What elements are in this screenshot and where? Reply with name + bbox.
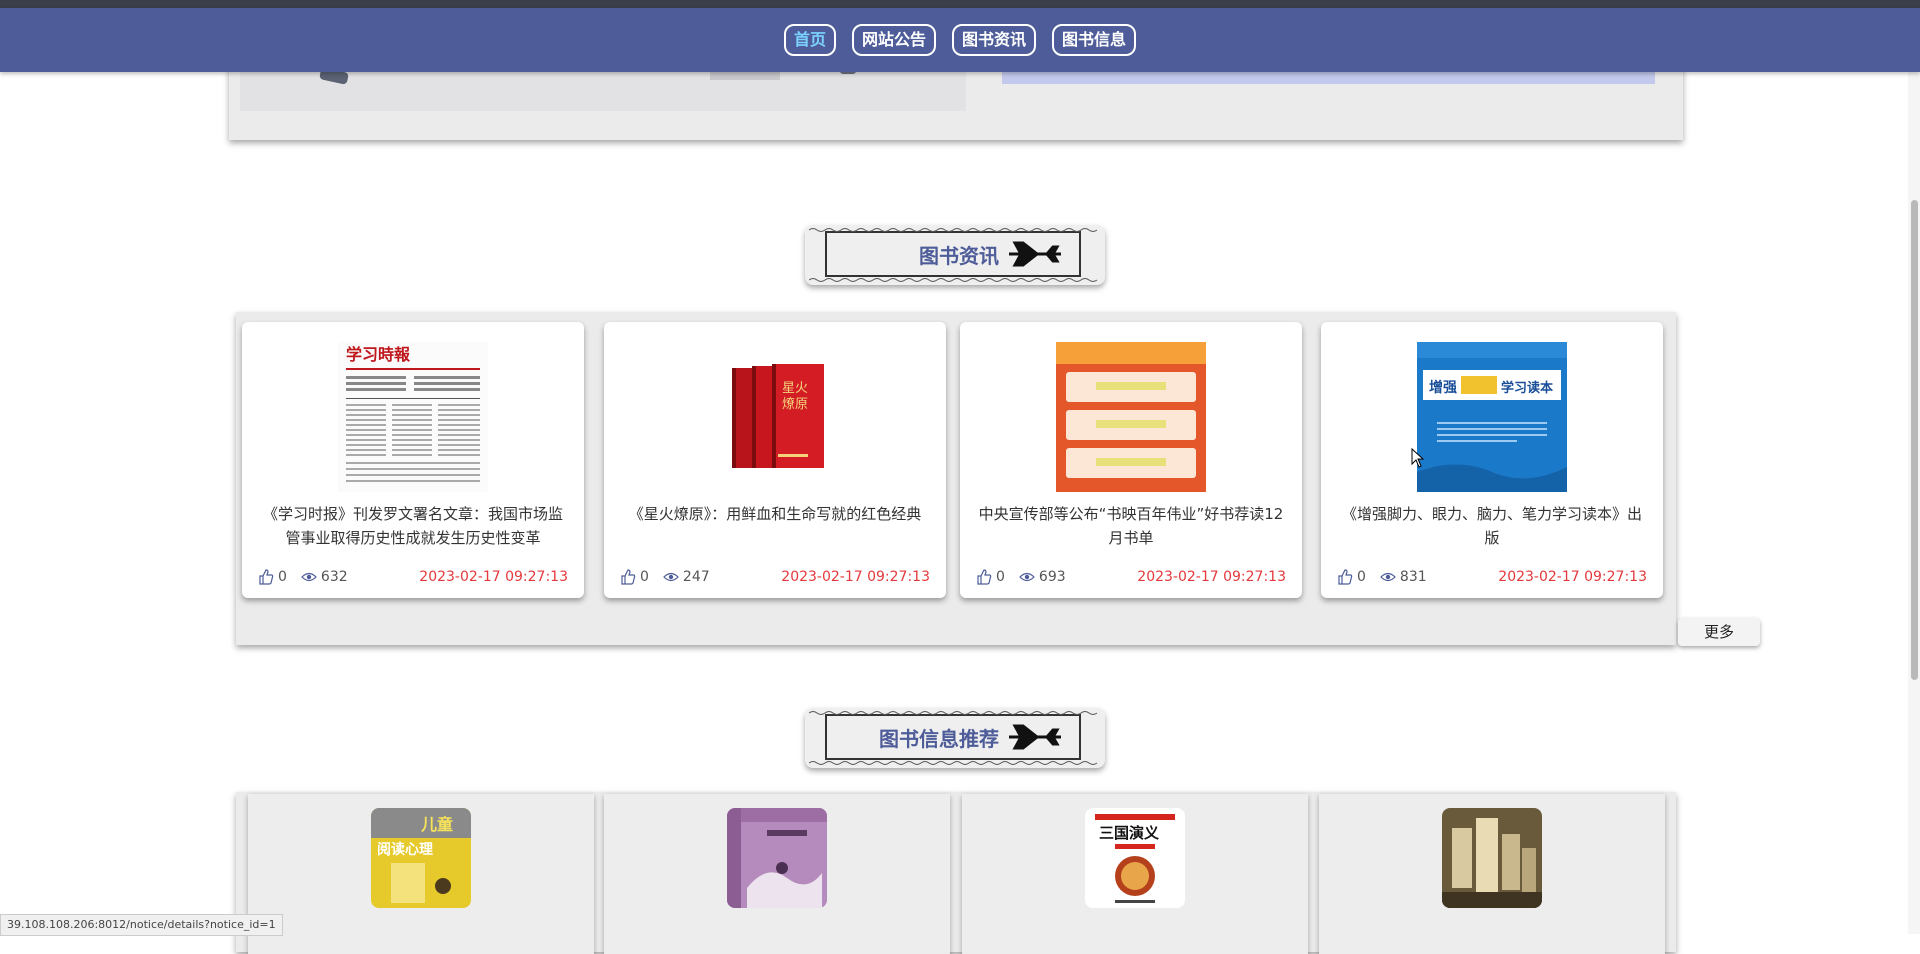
browser-top-strip xyxy=(0,0,1920,8)
section-title-frame: 图书资讯 xyxy=(825,231,1081,277)
book-card[interactable]: 儿童 阅读心理 xyxy=(248,794,594,954)
news-meta: 0 693 2023-02-17 09:27:13 xyxy=(976,566,1286,588)
svg-text:儿童: 儿童 xyxy=(420,815,453,834)
news-card[interactable]: 星火 燎原 《星火燎原》：用鲜血和生命写就的红色经典 0 247 2023-02… xyxy=(604,322,946,598)
section-title-text: 图书资讯 xyxy=(919,243,999,268)
thumbs-up-icon[interactable] xyxy=(620,569,636,585)
news-date: 2023-02-17 09:27:13 xyxy=(419,569,568,585)
book-card[interactable]: 三国演义 xyxy=(962,794,1308,954)
book-cover[interactable] xyxy=(1442,808,1542,908)
like-count: 0 xyxy=(996,569,1005,585)
thumbs-up-icon[interactable] xyxy=(258,569,274,585)
eye-icon xyxy=(1380,572,1396,582)
news-date: 2023-02-17 09:27:13 xyxy=(1137,569,1286,585)
news-meta: 0 831 2023-02-17 09:27:13 xyxy=(1337,566,1647,588)
mouse-cursor-icon xyxy=(1411,448,1425,468)
svg-text:学习時報: 学习時報 xyxy=(346,345,411,364)
nav-notice[interactable]: 网站公告 xyxy=(851,24,936,56)
thumbs-up-icon[interactable] xyxy=(1337,569,1353,585)
like-count: 0 xyxy=(640,569,649,585)
scrollbar-thumb[interactable] xyxy=(1911,200,1918,680)
section-title-text: 图书信息推荐 xyxy=(879,726,999,751)
news-card[interactable]: 学习時報 《学习时报》刊发罗文署名文章：我国市场监管事业取得历史性成就发生历史性… xyxy=(242,322,584,598)
news-meta: 0 247 2023-02-17 09:27:13 xyxy=(620,566,930,588)
news-meta: 0 632 2023-02-17 09:27:13 xyxy=(258,566,568,588)
nav-home[interactable]: 首页 xyxy=(783,24,836,56)
news-title[interactable]: 中央宣传部等公布“书映百年伟业”好书荐读12月书单 xyxy=(974,502,1288,550)
nav-book-info[interactable]: 图书信息 xyxy=(1052,24,1137,56)
top-navbar: 首页 网站公告 图书资讯 图书信息 xyxy=(0,8,1920,72)
wave-decoration xyxy=(809,711,1098,715)
news-thumbnail[interactable]: 增强 学习读本 xyxy=(1417,342,1567,492)
svg-text:阅读心理: 阅读心理 xyxy=(377,841,433,858)
wave-decoration xyxy=(809,278,1098,282)
status-url-bar: 39.108.108.206:8012/notice/details?notic… xyxy=(0,914,283,936)
news-panel: 学习時報 《学习时报》刊发罗文署名文章：我国市场监管事业取得历史性成就发生历史性… xyxy=(236,312,1676,645)
airplane-icon xyxy=(1009,724,1061,750)
news-card[interactable]: 中央宣传部等公布“书映百年伟业”好书荐读12月书单 0 693 2023-02-… xyxy=(960,322,1302,598)
svg-text:燎原: 燎原 xyxy=(782,396,808,412)
news-thumbnail[interactable]: 星火 燎原 xyxy=(700,342,850,492)
more-button[interactable]: 更多 xyxy=(1678,618,1760,646)
news-thumbnail[interactable] xyxy=(1056,342,1206,492)
svg-text:星火: 星火 xyxy=(782,381,808,396)
book-card[interactable] xyxy=(1319,794,1665,954)
eye-icon xyxy=(663,572,679,582)
like-count: 0 xyxy=(278,569,287,585)
book-cover[interactable]: 儿童 阅读心理 xyxy=(371,808,471,908)
nav-book-news[interactable]: 图书资讯 xyxy=(952,24,1037,56)
thumbs-up-icon[interactable] xyxy=(976,569,992,585)
news-date: 2023-02-17 09:27:13 xyxy=(781,569,930,585)
airplane-icon xyxy=(1009,241,1061,267)
view-count: 693 xyxy=(1038,569,1066,585)
section-title-books: 图书信息推荐 xyxy=(805,708,1105,768)
banner-carousel xyxy=(229,60,1683,140)
wave-decoration xyxy=(809,761,1098,765)
news-card[interactable]: 增强 学习读本 《增强脚力、眼力、脑力、笔力学习读本》出版 0 831 2023… xyxy=(1321,322,1663,598)
books-panel: 儿童 阅读心理 三国演义 xyxy=(236,792,1676,954)
eye-icon xyxy=(1019,572,1035,582)
news-title[interactable]: 《学习时报》刊发罗文署名文章：我国市场监管事业取得历史性成就发生历史性变革 xyxy=(256,502,570,550)
section-title-frame: 图书信息推荐 xyxy=(825,714,1081,760)
news-title[interactable]: 《星火燎原》：用鲜血和生命写就的红色经典 xyxy=(618,502,932,526)
news-thumbnail[interactable]: 学习時報 xyxy=(338,342,488,492)
book-card[interactable] xyxy=(604,794,950,954)
eye-icon xyxy=(301,572,317,582)
svg-text:增强: 增强 xyxy=(1429,379,1457,396)
news-title[interactable]: 《增强脚力、眼力、脑力、笔力学习读本》出版 xyxy=(1335,502,1649,550)
book-cover[interactable] xyxy=(727,808,827,908)
svg-text:三国演义: 三国演义 xyxy=(1099,824,1159,842)
wave-decoration xyxy=(809,228,1098,232)
view-count: 632 xyxy=(320,569,348,585)
view-count: 831 xyxy=(1399,569,1427,585)
view-count: 247 xyxy=(682,569,710,585)
like-count: 0 xyxy=(1357,569,1366,585)
svg-text:学习读本: 学习读本 xyxy=(1501,380,1553,396)
book-cover[interactable]: 三国演义 xyxy=(1085,808,1185,908)
news-date: 2023-02-17 09:27:13 xyxy=(1498,569,1647,585)
section-title-news: 图书资讯 xyxy=(805,225,1105,285)
